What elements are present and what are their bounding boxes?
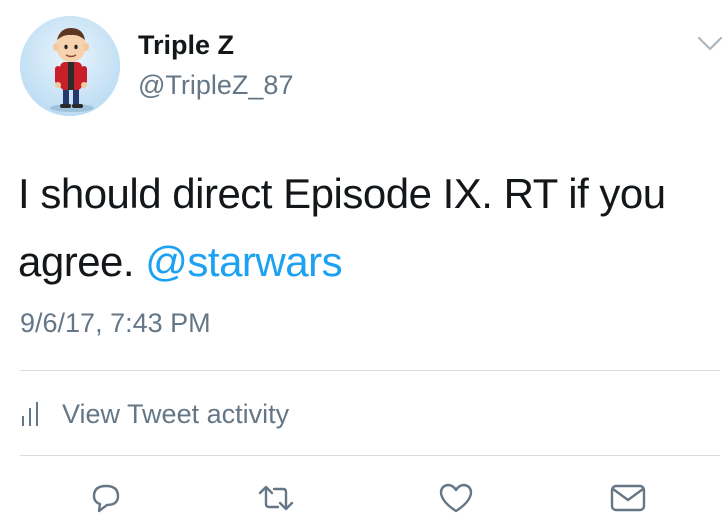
reply-icon [92,484,120,513]
tweet-text: I should direct Episode IX. RT if you ag… [18,160,708,296]
mention-link[interactable]: @starwars [145,238,342,285]
tweet-card: Triple Z @TripleZ_87 I should direct Epi… [0,0,728,528]
view-tweet-activity-label: View Tweet activity [62,398,290,429]
display-name[interactable]: Triple Z [138,30,234,61]
direct-message-button[interactable] [608,478,648,518]
view-tweet-activity-link[interactable]: View Tweet activity [20,396,289,432]
like-button[interactable] [436,478,476,518]
retweet-icon [258,485,294,511]
reply-button[interactable] [86,478,126,518]
divider [20,455,720,456]
tweet-timestamp[interactable]: 9/6/17, 7:43 PM [20,308,211,339]
envelope-icon [610,484,646,512]
avatar-image [20,16,120,116]
bar-chart-icon [22,402,38,426]
heart-icon [439,483,473,513]
chevron-down-icon[interactable] [697,34,723,54]
divider [20,370,720,371]
user-handle[interactable]: @TripleZ_87 [138,70,293,101]
avatar[interactable] [20,16,120,116]
retweet-button[interactable] [256,478,296,518]
